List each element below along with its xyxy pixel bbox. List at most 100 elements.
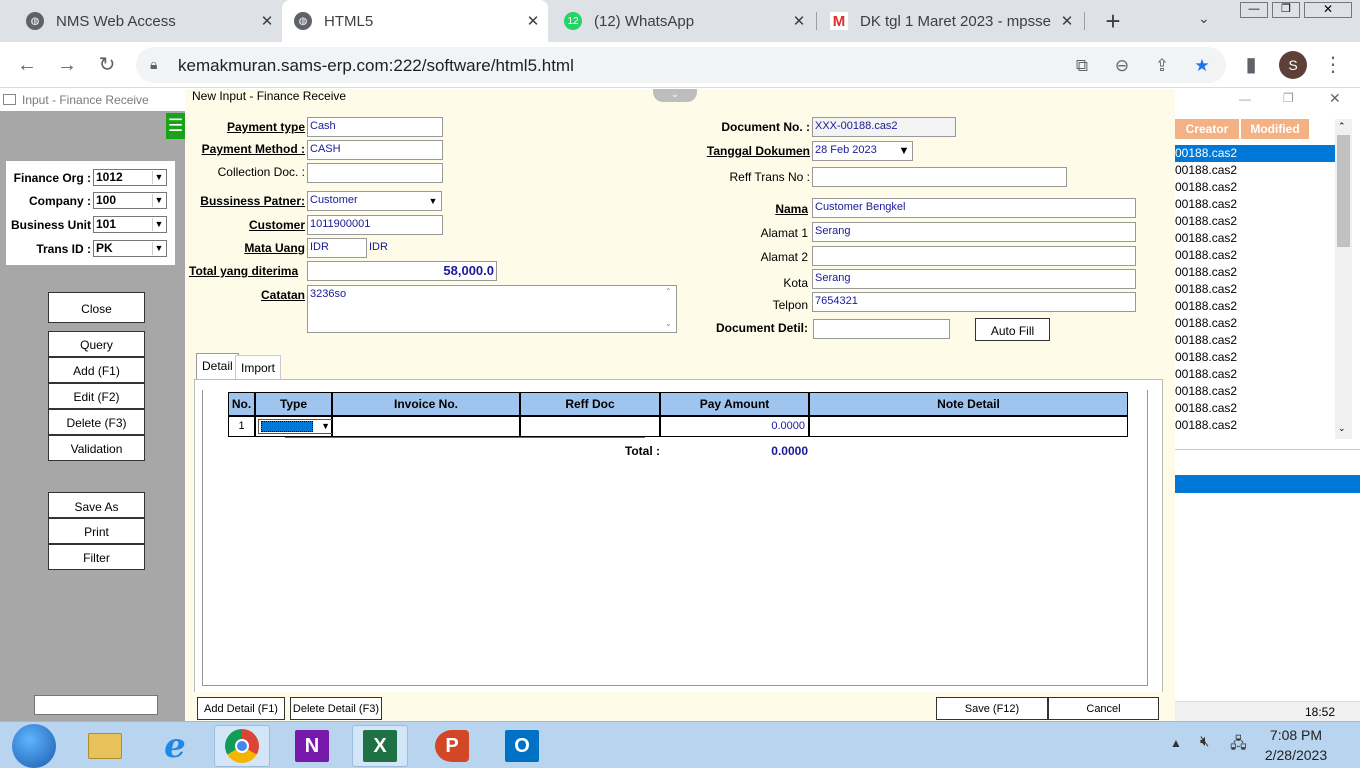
powerpoint-icon[interactable]: P <box>424 725 480 767</box>
tab-whatsapp[interactable]: 12 (12) WhatsApp ✕ <box>548 0 814 42</box>
bookmark-star-icon[interactable]: ★ <box>1190 55 1214 77</box>
notes-textarea[interactable]: 3236so <box>307 285 677 333</box>
column-header-modified[interactable]: Modified <box>1241 119 1309 139</box>
total-received-field[interactable]: 58,000.0 <box>307 261 497 281</box>
payment-type-field[interactable]: Cash <box>307 117 443 137</box>
address-bar[interactable]: 🔒︎ kemakmuran.sams-erp.com:222/software/… <box>136 47 1226 83</box>
selected-detail-row[interactable] <box>1175 475 1360 493</box>
currency-field[interactable]: IDR <box>307 238 367 258</box>
close-tab-icon[interactable]: ✕ <box>1052 12 1082 30</box>
scroll-up-icon[interactable]: ⌃ <box>1338 121 1346 132</box>
business-partner-select[interactable]: Customer ▼ <box>307 191 442 211</box>
tab-detail[interactable]: Detail <box>196 353 239 379</box>
list-item[interactable]: 00188.cas2 <box>1175 298 1335 315</box>
close-window-icon[interactable]: ✕ <box>1304 2 1352 18</box>
list-item[interactable]: 00188.cas2 <box>1175 349 1335 366</box>
address1-field[interactable]: Serang <box>812 222 1136 242</box>
collapse-chevron-icon[interactable]: ⌄ <box>653 89 697 102</box>
close-tab-icon[interactable]: ✕ <box>252 12 282 30</box>
row-reff-doc-cell[interactable] <box>520 416 660 437</box>
blocked-popup-icon[interactable]: ⧉ <box>1070 55 1094 77</box>
minimize-icon[interactable]: — <box>1239 92 1251 106</box>
tab-gmail[interactable]: M DK tgl 1 Maret 2023 - mpsse ✕ <box>818 0 1082 42</box>
chrome-icon[interactable] <box>214 725 270 767</box>
clock-date[interactable]: 2/28/2023 <box>1258 747 1334 763</box>
reload-icon[interactable]: ↻ <box>92 50 122 80</box>
list-item[interactable]: 00188.cas2 <box>1175 400 1335 417</box>
excel-icon[interactable]: X <box>352 725 408 767</box>
close-tab-icon[interactable]: ✕ <box>784 12 814 30</box>
side-panel-icon[interactable]: ▮ <box>1236 50 1266 80</box>
name-field[interactable]: Customer Bengkel <box>812 198 1136 218</box>
list-item[interactable]: 00188.cas2 <box>1175 179 1335 196</box>
save-as-button[interactable]: Save As <box>48 492 145 518</box>
close-icon[interactable]: ✕ <box>1329 90 1341 107</box>
row-type-select[interactable]: ▼ <box>255 416 334 437</box>
clock-time[interactable]: 7:08 PM <box>1260 727 1332 743</box>
column-header-creator[interactable]: Creator <box>1175 119 1239 139</box>
collection-doc-field[interactable] <box>307 163 443 183</box>
customer-field[interactable]: 1011900001 <box>307 215 443 235</box>
city-field[interactable]: Serang <box>812 269 1136 289</box>
add-detail-button[interactable]: Add Detail (F1) <box>197 697 285 720</box>
show-hidden-icons-icon[interactable]: ▲ <box>1170 736 1182 750</box>
file-explorer-icon[interactable] <box>77 725 133 767</box>
volume-muted-icon[interactable]: 🔇︎ <box>1200 733 1209 750</box>
new-tab-button[interactable]: + <box>1098 6 1128 36</box>
delete-button[interactable]: Delete (F3) <box>48 409 145 435</box>
reff-trans-no-field[interactable] <box>812 167 1067 187</box>
edit-button[interactable]: Edit (F2) <box>48 383 145 409</box>
internet-explorer-icon[interactable]: e <box>147 725 203 767</box>
list-item[interactable]: 00188.cas2 <box>1175 315 1335 332</box>
tab-search-icon[interactable]: ⌄ <box>1198 10 1210 27</box>
list-item[interactable]: 00188.cas2 <box>1175 383 1335 400</box>
quick-input[interactable] <box>34 695 158 715</box>
restore-icon[interactable]: ❐ <box>1283 91 1294 105</box>
restore-icon[interactable]: ❐ <box>1272 2 1300 18</box>
close-button[interactable]: Close <box>48 292 145 323</box>
scroll-thumb[interactable] <box>1337 135 1350 247</box>
zoom-icon[interactable]: ⊖ <box>1110 55 1134 77</box>
phone-field[interactable]: 7654321 <box>812 292 1136 312</box>
company-select[interactable]: 100 ▼ <box>93 192 167 209</box>
list-item[interactable]: 00188.cas2 <box>1175 417 1335 434</box>
close-tab-icon[interactable]: ✕ <box>518 12 548 30</box>
scroll-up-icon[interactable]: ⌃ <box>665 287 672 296</box>
list-item[interactable]: 00188.cas2 <box>1175 196 1335 213</box>
start-button-icon[interactable] <box>12 724 56 768</box>
list-item[interactable]: 00188.cas2 <box>1175 213 1335 230</box>
row-note-cell[interactable] <box>809 416 1128 437</box>
doc-date-picker[interactable]: 28 Feb 2023 ▼ <box>812 141 913 161</box>
tab-html5[interactable]: ◍ HTML5 ✕ <box>282 0 548 42</box>
auto-fill-button[interactable]: Auto Fill <box>975 318 1050 341</box>
minimize-icon[interactable]: — <box>1240 2 1268 18</box>
tab-nms-web-access[interactable]: ◍ NMS Web Access ✕ <box>0 0 282 42</box>
list-item[interactable]: 00188.cas2 <box>1175 247 1335 264</box>
add-button[interactable]: Add (F1) <box>48 357 145 383</box>
document-detail-field[interactable] <box>813 319 950 339</box>
print-button[interactable]: Print <box>48 518 145 544</box>
forward-icon[interactable]: → <box>52 50 82 80</box>
list-scrollbar[interactable]: ⌃ ⌄ <box>1335 119 1352 439</box>
business-unit-select[interactable]: 101 ▼ <box>93 216 167 233</box>
delete-detail-button[interactable]: Delete Detail (F3) <box>290 697 382 720</box>
validation-button[interactable]: Validation <box>48 435 145 461</box>
list-item[interactable]: 00188.cas2 <box>1175 332 1335 349</box>
list-item[interactable]: 00188.cas2 <box>1175 366 1335 383</box>
save-button[interactable]: Save (F12) <box>936 697 1048 720</box>
address2-field[interactable] <box>812 246 1136 266</box>
menu-icon[interactable]: ⋮ <box>1318 50 1348 80</box>
scroll-down-icon[interactable]: ⌄ <box>665 319 672 328</box>
onenote-icon[interactable]: N <box>284 725 340 767</box>
scroll-down-icon[interactable]: ⌄ <box>1338 423 1346 434</box>
row-pay-amount-cell[interactable]: 0.0000 <box>660 416 809 437</box>
row-invoice-cell[interactable] <box>332 416 520 437</box>
network-icon[interactable]: 🖧︎ <box>1230 733 1247 758</box>
cancel-button[interactable]: Cancel <box>1048 697 1159 720</box>
payment-method-field[interactable]: CASH <box>307 140 443 160</box>
finance-org-select[interactable]: 1012 ▼ <box>93 169 167 186</box>
hamburger-menu-icon[interactable]: ☰ <box>166 113 185 139</box>
share-icon[interactable]: ⇪ <box>1150 55 1174 77</box>
list-item[interactable]: 00188.cas2 <box>1175 162 1335 179</box>
query-button[interactable]: Query <box>48 331 145 357</box>
